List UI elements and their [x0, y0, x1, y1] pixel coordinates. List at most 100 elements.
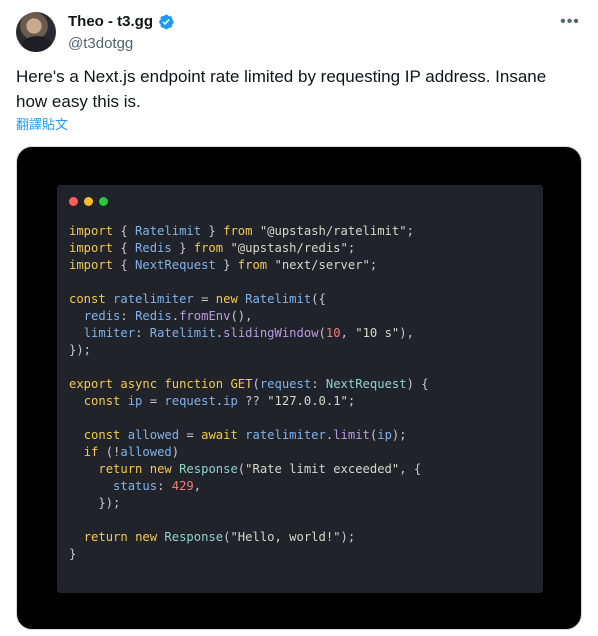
code-token: Redis: [135, 241, 172, 255]
code-token: "Hello, world!": [230, 530, 341, 544]
code-line: if (!allowed): [69, 444, 429, 461]
code-token: slidingWindow: [223, 326, 319, 340]
window-controls: [69, 197, 108, 206]
code-token: new: [215, 292, 238, 306]
code-token: ratelimiter: [245, 428, 326, 442]
code-line: limiter: Ratelimit.slidingWindow(10, "10…: [69, 325, 429, 342]
code-token: , {: [399, 462, 422, 476]
code-token: "@upstash/redis": [230, 241, 348, 255]
code-token: ) {: [406, 377, 429, 391]
code-token: });: [69, 343, 92, 357]
code-line: import { NextRequest } from "next/server…: [69, 257, 429, 274]
code-token: redis: [83, 309, 121, 323]
handle[interactable]: @t3dotgg: [68, 34, 175, 54]
code-token: from: [193, 241, 224, 255]
code-token: Ratelimit: [245, 292, 312, 306]
code-token: ({: [311, 292, 326, 306]
code-token: (: [318, 326, 326, 340]
code-token: ip: [377, 428, 392, 442]
code-token: "@upstash/ratelimit": [259, 224, 407, 238]
code-token: NextRequest: [325, 377, 407, 391]
code-window: import { Ratelimit } from "@upstash/rate…: [57, 185, 543, 593]
code-token: Ratelimit: [135, 224, 202, 238]
code-token: :: [157, 479, 172, 493]
code-line: return new Response("Rate limit exceeded…: [69, 461, 429, 478]
code-token: (: [252, 377, 260, 391]
code-line: import { Ratelimit } from "@upstash/rate…: [69, 223, 429, 240]
code-token: fromEnv: [179, 309, 231, 323]
code-token: GET: [230, 377, 253, 391]
code-token: ;: [406, 224, 414, 238]
code-token: ip: [223, 394, 238, 408]
code-token: import: [69, 241, 114, 255]
code-line: const ratelimiter = new Ratelimit({: [69, 291, 429, 308]
tweet-text: Here's a Next.js endpoint rate limited b…: [16, 67, 547, 111]
code-token: ip: [127, 394, 143, 408]
code-token: Response: [179, 462, 238, 476]
code-token: const: [83, 394, 121, 408]
code-token: :: [120, 309, 136, 323]
code-token: const: [83, 428, 121, 442]
code-token: 429: [171, 479, 194, 493]
code-token: import: [69, 224, 114, 238]
code-token: await: [201, 428, 238, 442]
code-token: request: [164, 394, 216, 408]
code-token: }: [69, 547, 77, 561]
code-token: 10: [325, 326, 341, 340]
code-token: allowed: [127, 428, 180, 442]
code-block: import { Ratelimit } from "@upstash/rate…: [69, 223, 429, 563]
verified-badge-icon[interactable]: [157, 13, 175, 31]
display-name[interactable]: Theo - t3.gg: [68, 12, 153, 32]
code-token: Ratelimit: [149, 326, 216, 340]
code-line: const allowed = await ratelimiter.limit(…: [69, 427, 429, 444]
code-token: :: [311, 377, 326, 391]
code-token: (!: [98, 445, 121, 459]
code-token: export: [69, 377, 114, 391]
display-name-row: Theo - t3.gg: [68, 12, 175, 32]
translate-link[interactable]: 翻譯貼文: [16, 116, 68, 134]
more-icon[interactable]: •••: [558, 10, 582, 34]
code-token: (),: [230, 309, 253, 323]
code-token: allowed: [120, 445, 172, 459]
code-token: Response: [164, 530, 224, 544]
code-line: });: [69, 495, 429, 512]
code-token: {: [113, 241, 136, 255]
code-token: ): [171, 445, 180, 459]
code-line: }: [69, 546, 429, 563]
code-token: }: [171, 241, 194, 255]
avatar[interactable]: [16, 12, 56, 52]
code-token: );: [340, 530, 356, 544]
code-token: function: [164, 377, 224, 391]
code-token: {: [113, 258, 136, 272]
code-token: async: [120, 377, 158, 391]
code-token: :: [135, 326, 150, 340]
code-token: ;: [369, 258, 378, 272]
code-line: redis: Redis.fromEnv(),: [69, 308, 429, 325]
code-token: ),: [399, 326, 414, 340]
code-token: ,: [193, 479, 202, 493]
code-token: if: [83, 445, 99, 459]
tweet-media-image[interactable]: import { Ratelimit } from "@upstash/rate…: [16, 146, 582, 630]
code-token: new: [135, 530, 158, 544]
code-token: status: [113, 479, 158, 493]
code-line: import { Redis } from "@upstash/redis";: [69, 240, 429, 257]
code-token: limiter: [83, 326, 136, 340]
code-token: return: [98, 462, 143, 476]
code-token: );: [391, 428, 407, 442]
code-token: const: [69, 292, 106, 306]
code-token: request: [259, 377, 312, 391]
code-line: });: [69, 342, 429, 359]
